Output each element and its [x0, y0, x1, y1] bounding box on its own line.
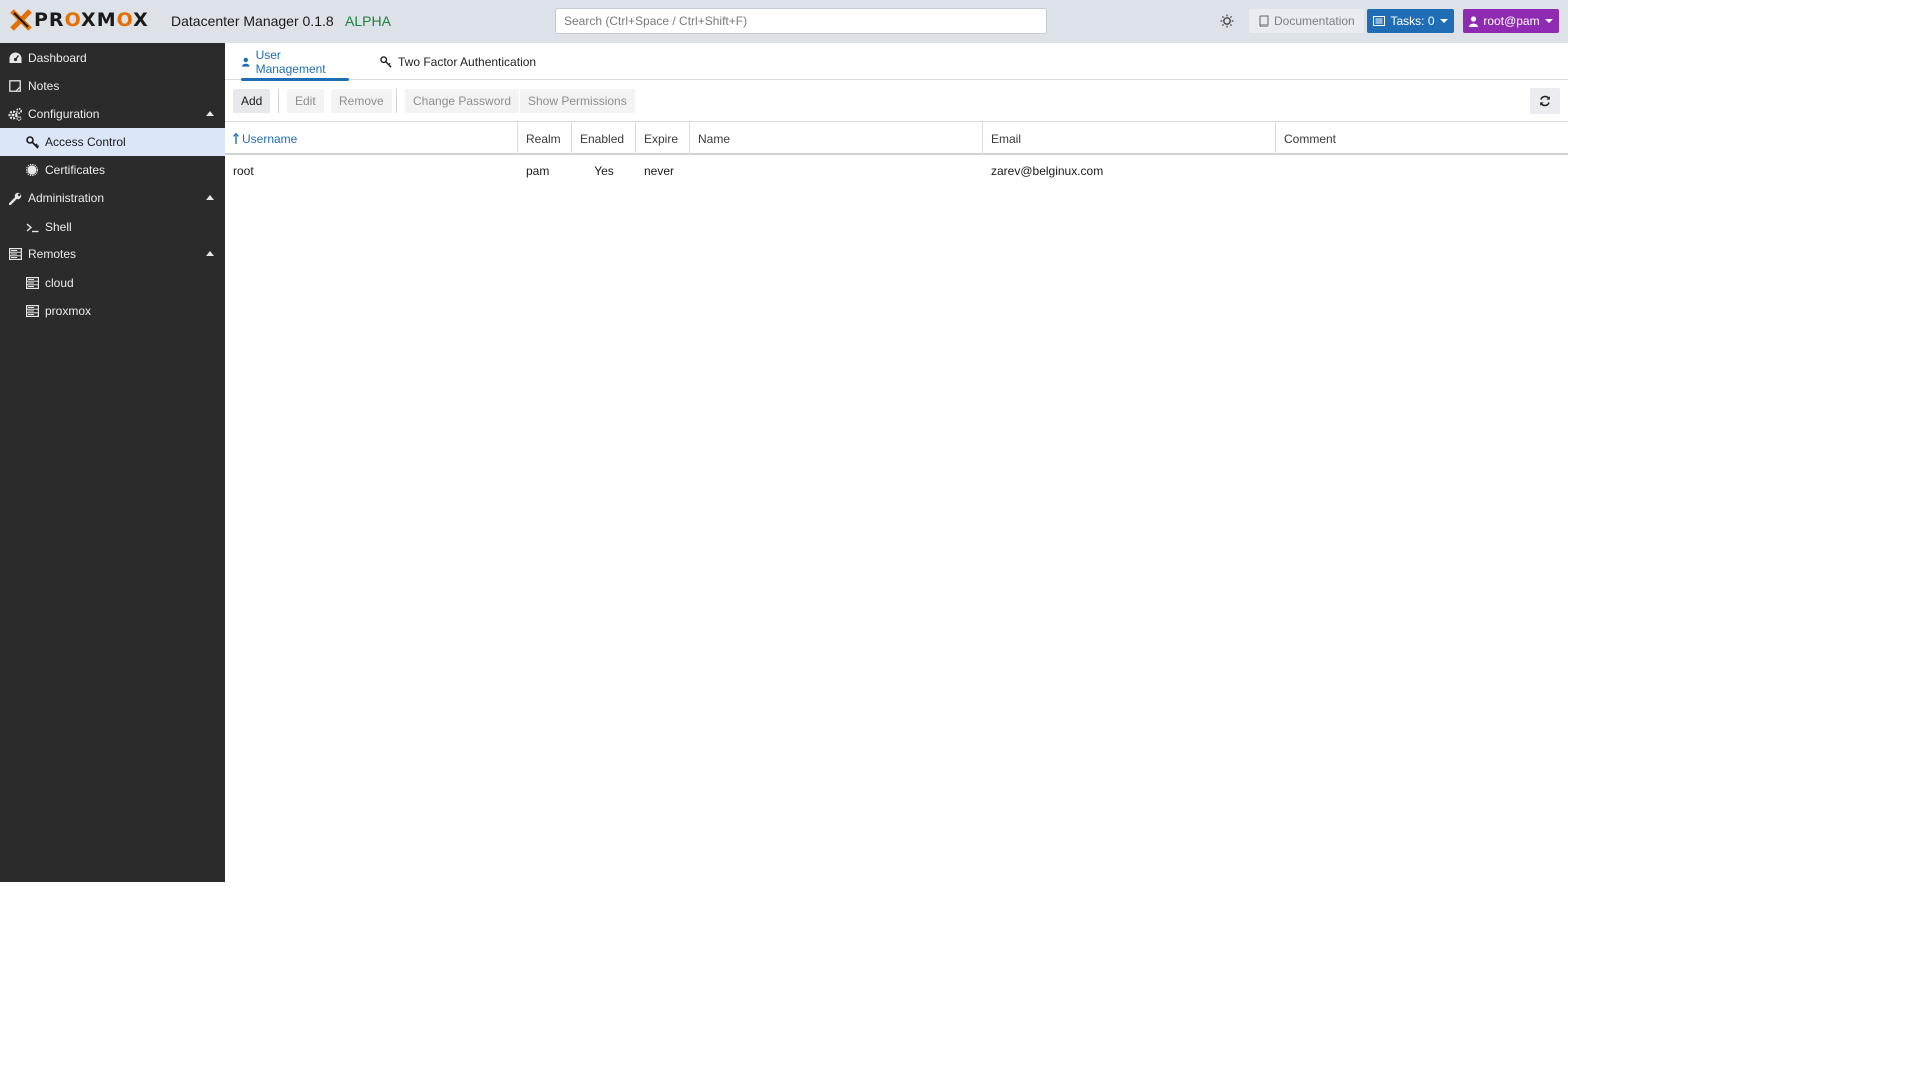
tab-user-management[interactable]: User Management	[241, 43, 349, 81]
column-header-expire[interactable]: Expire	[636, 122, 690, 155]
refresh-icon	[1540, 95, 1550, 107]
sidebar-item-label: Notes	[28, 79, 60, 93]
sidebar-item-proxmox[interactable]: proxmox	[0, 297, 225, 325]
column-header-comment[interactable]: Comment	[1276, 122, 1568, 155]
list-icon	[1373, 16, 1386, 26]
tasks-label: Tasks: 0	[1390, 14, 1435, 28]
user-icon	[242, 57, 250, 67]
cell-enabled: Yes	[594, 163, 614, 178]
sidebar-item-label: Access Control	[45, 135, 126, 149]
key-icon	[380, 55, 392, 68]
sidebar-item-label: Administration	[28, 191, 105, 205]
tasks-button[interactable]: Tasks: 0	[1367, 9, 1454, 33]
toolbar-separator	[278, 89, 279, 113]
dashboard-icon	[8, 51, 22, 65]
sidebar: Dashboard Notes Configuration Access Con…	[0, 43, 225, 882]
column-header-email[interactable]: Email	[983, 122, 1276, 155]
sidebar-item-access-control[interactable]: Access Control	[0, 128, 225, 156]
terminal-icon	[25, 220, 39, 234]
alpha-badge: ALPHA	[345, 13, 391, 29]
sidebar-item-configuration[interactable]: Configuration	[0, 100, 225, 128]
add-button[interactable]: Add	[233, 89, 271, 113]
main-panel: User Management Two Factor Authenticatio…	[225, 43, 1568, 882]
documentation-button[interactable]: Documentation	[1249, 9, 1364, 33]
sidebar-item-label: proxmox	[45, 304, 92, 318]
theme-toggle-button[interactable]	[1216, 10, 1238, 32]
user-menu-button[interactable]: root@pam	[1463, 9, 1559, 33]
logo-wordmark: PROXMOX	[34, 9, 149, 31]
sidebar-item-label: Dashboard	[28, 51, 87, 65]
collapse-caret-icon[interactable]	[206, 195, 214, 200]
book-icon	[1259, 15, 1269, 27]
remove-button[interactable]: Remove	[331, 89, 392, 113]
cell-name	[690, 157, 983, 184]
sidebar-item-dashboard[interactable]: Dashboard	[0, 44, 225, 72]
sidebar-item-notes[interactable]: Notes	[0, 72, 225, 100]
column-header-realm[interactable]: Realm	[518, 122, 572, 155]
documentation-label: Documentation	[1274, 14, 1355, 28]
cell-username: root	[233, 163, 254, 178]
cell-realm: pam	[526, 163, 550, 178]
refresh-button[interactable]	[1530, 88, 1560, 114]
change-password-button[interactable]: Change Password	[405, 89, 520, 113]
key-icon	[25, 135, 39, 149]
chevron-down-icon	[1439, 19, 1448, 23]
edit-button[interactable]: Edit	[287, 89, 324, 113]
sidebar-item-label: Certificates	[45, 163, 106, 177]
column-header-username[interactable]: Username	[225, 122, 518, 155]
search-input[interactable]	[555, 8, 1047, 34]
wrench-icon	[8, 191, 22, 205]
tab-label: User Management	[255, 47, 326, 76]
sidebar-item-administration[interactable]: Administration	[0, 184, 225, 212]
sidebar-item-label: cloud	[45, 276, 74, 290]
sidebar-item-shell[interactable]: Shell	[0, 213, 225, 241]
user-icon	[1469, 15, 1479, 27]
tab-bar: User Management Two Factor Authenticatio…	[225, 43, 1568, 81]
tab-label: Two Factor Authentication	[398, 54, 537, 69]
sidebar-item-label: Configuration	[28, 107, 100, 121]
sidebar-item-label: Shell	[45, 220, 72, 234]
toolbar-separator	[396, 89, 397, 113]
grid-header: Username Realm Enabled Expire Name Email…	[225, 122, 1568, 155]
cell-expire: never	[644, 163, 675, 178]
column-header-enabled[interactable]: Enabled	[572, 122, 636, 155]
notes-icon	[8, 79, 22, 93]
sidebar-item-certificates[interactable]: Certificates	[0, 156, 225, 184]
proxmox-logo[interactable]: PROXMOX	[10, 9, 149, 31]
cell-comment	[1276, 157, 1568, 184]
sidebar-item-cloud[interactable]: cloud	[0, 269, 225, 297]
sun-icon	[1220, 14, 1234, 28]
show-permissions-button[interactable]: Show Permissions	[520, 89, 635, 113]
sort-ascending-icon	[233, 133, 239, 144]
tab-two-factor-authentication[interactable]: Two Factor Authentication	[380, 43, 536, 80]
column-header-name[interactable]: Name	[690, 122, 983, 155]
top-header: PROXMOX Datacenter Manager 0.1.8 ALPHA D…	[0, 0, 1568, 43]
cogs-icon	[8, 107, 22, 121]
user-label: root@pam	[1483, 14, 1540, 28]
proxmox-x-icon	[10, 9, 32, 31]
server-icon	[8, 247, 22, 261]
collapse-caret-icon[interactable]	[206, 251, 214, 256]
app-title: Datacenter Manager 0.1.8	[171, 13, 334, 29]
cell-email: zarev@belginux.com	[991, 163, 1104, 178]
server-icon	[25, 276, 39, 290]
server-icon	[25, 304, 39, 318]
collapse-caret-icon[interactable]	[206, 111, 214, 116]
chevron-down-icon	[1544, 19, 1553, 23]
certificate-icon	[25, 163, 39, 177]
sidebar-item-label: Remotes	[28, 247, 77, 261]
table-row[interactable]: root pam Yes never zarev@belginux.com	[225, 157, 1568, 184]
sidebar-item-remotes[interactable]: Remotes	[0, 240, 225, 268]
toolbar: Add Edit Remove Change Password Show Per…	[225, 81, 1568, 122]
